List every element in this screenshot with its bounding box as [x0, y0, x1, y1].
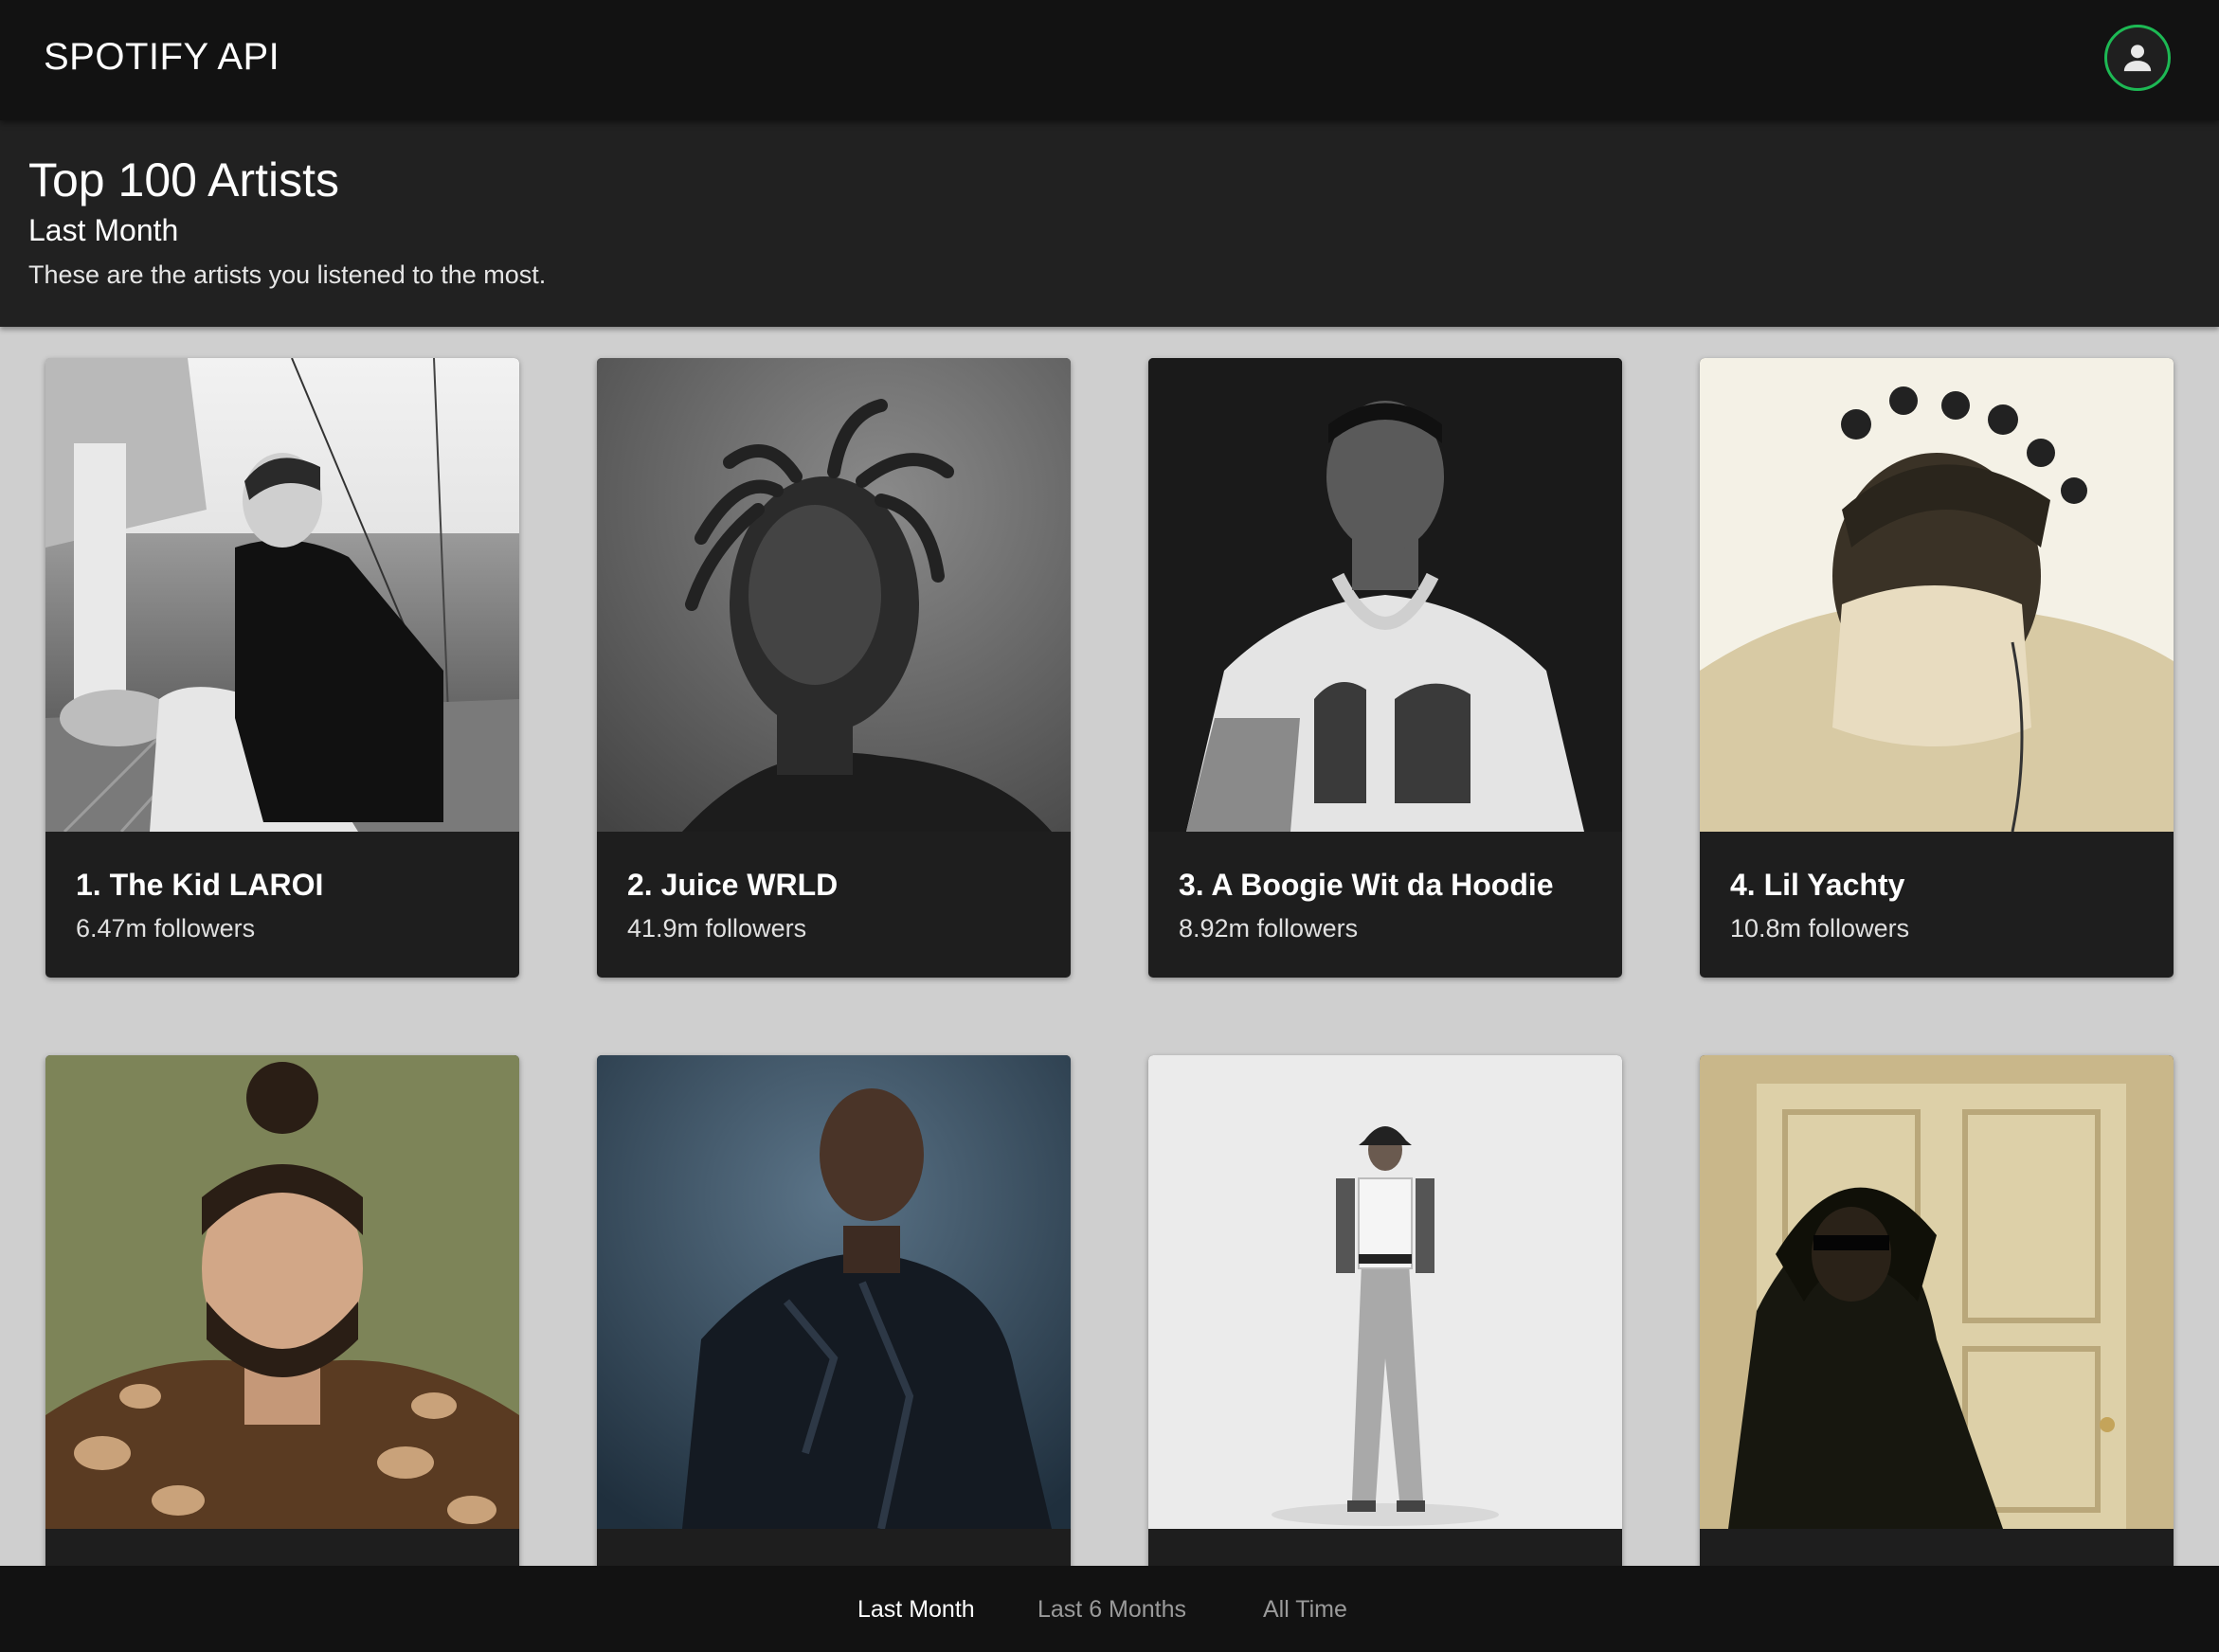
artist-followers: 10.8m followers	[1730, 914, 1910, 943]
artist-card[interactable]: 1. The Kid LAROI 6.47m followers	[45, 358, 519, 978]
page-subtitle: Last Month	[28, 213, 179, 247]
artist-card[interactable]: 4. Lil Yachty 10.8m followers	[1700, 358, 2174, 978]
artist-card[interactable]: 3. A Boogie Wit da Hoodie 8.92m follower…	[1148, 358, 1622, 978]
artist-grid: 1. The Kid LAROI 6.47m followers 2. Juic…	[0, 327, 2219, 1566]
artist-card[interactable]	[1148, 1055, 1622, 1566]
artist-photo	[597, 358, 1071, 832]
app-title: SPOTIFY API	[44, 36, 280, 78]
page-title: Top 100 Artists	[28, 153, 339, 206]
artist-card[interactable]	[597, 1055, 1071, 1566]
artist-card[interactable]	[1700, 1055, 2174, 1566]
nav-last-month[interactable]: Last Month	[857, 1596, 975, 1624]
artist-photo	[597, 1055, 1071, 1529]
artist-name: 1. The Kid LAROI	[76, 868, 324, 902]
artist-followers: 8.92m followers	[1179, 914, 1359, 943]
app-bar: SPOTIFY API	[0, 0, 2219, 120]
artist-name: 2. Juice WRLD	[627, 868, 839, 902]
artist-photo	[1148, 1055, 1622, 1529]
artist-photo	[45, 1055, 519, 1529]
bottom-navigation: Last Month Last 6 Months All Time	[0, 1566, 2219, 1652]
artist-photo	[45, 358, 519, 832]
page-description: These are the artists you listened to th…	[28, 260, 547, 289]
artist-card[interactable]	[45, 1055, 519, 1566]
artist-photo	[1148, 358, 1622, 832]
account-button[interactable]	[2104, 25, 2171, 91]
nav-all-time[interactable]: All Time	[1263, 1596, 1347, 1624]
artist-name: 3. A Boogie Wit da Hoodie	[1179, 868, 1554, 902]
nav-last-6-months[interactable]: Last 6 Months	[1037, 1596, 1186, 1624]
artist-followers: 6.47m followers	[76, 914, 256, 943]
artist-followers: 41.9m followers	[627, 914, 807, 943]
artist-photo	[1700, 1055, 2174, 1529]
page-header: Top 100 Artists Last Month These are the…	[0, 120, 2219, 327]
artist-card[interactable]: 2. Juice WRLD 41.9m followers	[597, 358, 1071, 978]
artist-name: 4. Lil Yachty	[1730, 868, 1905, 902]
user-icon	[2123, 45, 2152, 72]
artist-photo	[1700, 358, 2174, 832]
